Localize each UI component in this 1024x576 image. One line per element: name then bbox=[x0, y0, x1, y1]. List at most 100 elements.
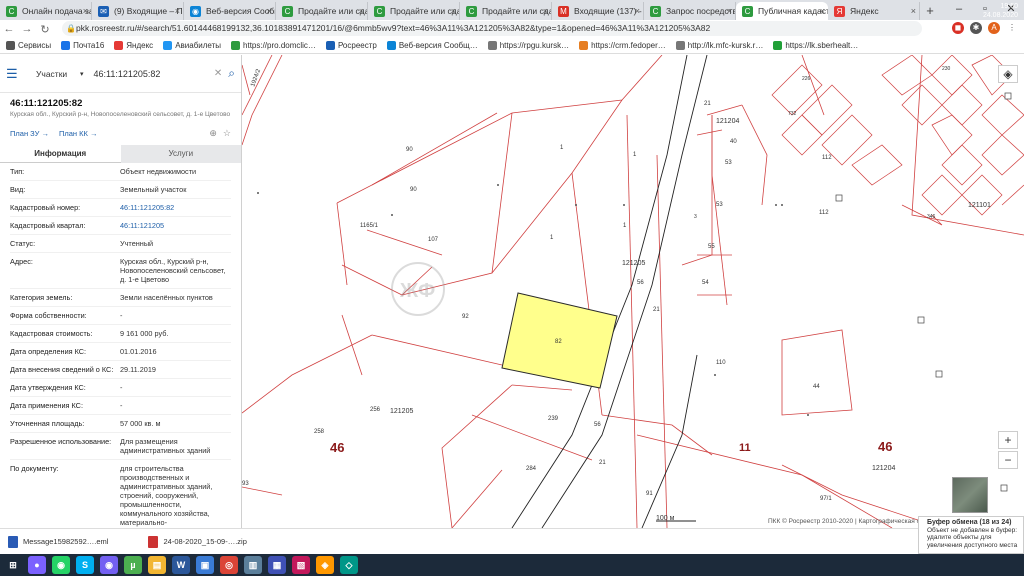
zoom-out-button[interactable]: − bbox=[998, 451, 1018, 469]
watermark: ЖФ bbox=[391, 262, 445, 316]
bookmark-item[interactable]: Яндекс bbox=[114, 41, 153, 50]
object-type-select[interactable]: Участки bbox=[26, 69, 74, 79]
extension-icon[interactable]: ◼ bbox=[952, 22, 964, 34]
bookmark-item[interactable]: Авиабилеты bbox=[163, 41, 221, 50]
browser-tab[interactable]: ✉ (9) Входящие – По…× bbox=[92, 2, 184, 20]
property-value: Земли населённых пунктов bbox=[120, 293, 213, 302]
forward-icon[interactable]: → bbox=[18, 23, 36, 35]
download-item[interactable]: 24-08-2020_15-09-….zip bbox=[148, 535, 247, 548]
start-icon[interactable]: ⊞ bbox=[4, 556, 22, 574]
bookmark-label: https://pro.domclic… bbox=[243, 41, 316, 50]
app2-icon[interactable]: ▦ bbox=[268, 556, 286, 574]
browser-tab[interactable]: M Входящие (137) - ул…× bbox=[552, 2, 644, 20]
plan-kk-link[interactable]: План КК → bbox=[59, 129, 98, 138]
bookmark-item[interactable]: http://lk.mfc-kursk.r… bbox=[675, 41, 763, 50]
property-row: Форма собственности: - bbox=[10, 307, 231, 325]
object-address: Курская обл., Курский р-н, Новопоселенов… bbox=[10, 111, 231, 118]
tab-close-icon[interactable]: × bbox=[267, 2, 272, 20]
property-value[interactable]: 46:11:121205:82 bbox=[120, 203, 174, 212]
tab-close-icon[interactable]: × bbox=[175, 2, 180, 20]
cadastral-map[interactable]: ЖФ 1924/2 90 90 1165/1 107 1 1 1 1 12120… bbox=[242, 55, 1024, 528]
browser-tab[interactable]: C Продайте или сдай…× bbox=[460, 2, 552, 20]
explorer-icon[interactable]: ▤ bbox=[148, 556, 166, 574]
tab-close-icon[interactable]: × bbox=[820, 2, 825, 20]
bookmark-item[interactable]: Почта16 bbox=[61, 41, 104, 50]
browser-tab[interactable]: C Продайте или сдай…× bbox=[368, 2, 460, 20]
tab-title: Публичная кадаст… bbox=[758, 6, 828, 16]
tab-close-icon[interactable]: × bbox=[911, 2, 916, 20]
chrome-icon[interactable]: ◎ bbox=[220, 556, 238, 574]
property-key: Адрес: bbox=[10, 257, 33, 266]
word-icon[interactable]: W bbox=[172, 556, 190, 574]
layers-icon[interactable]: ◈ bbox=[998, 65, 1018, 83]
property-value[interactable]: 46:11:121205 bbox=[120, 221, 164, 230]
tab-title: Яндекс bbox=[850, 6, 879, 16]
tab-services[interactable]: Услуги bbox=[120, 145, 241, 163]
reload-icon[interactable]: ↻ bbox=[36, 23, 54, 36]
chevron-down-icon[interactable]: ▾ bbox=[80, 70, 84, 78]
whatsapp-icon[interactable]: ◉ bbox=[52, 556, 70, 574]
label-56a: 56 bbox=[637, 280, 644, 286]
menu-icon[interactable]: ⋮ bbox=[1006, 22, 1018, 34]
tab-close-icon[interactable]: × bbox=[727, 2, 732, 20]
search-bar: ☰ Участки ▾ 46:11:121205:82 ✕ ⌕ bbox=[0, 55, 241, 93]
system-clock[interactable]: 19:50 24.08.2020 bbox=[983, 2, 1018, 20]
zoom-to-object-icon[interactable]: ⊕ bbox=[209, 128, 217, 139]
bookmark-item[interactable]: Веб-версия Сообщ… bbox=[386, 41, 478, 50]
zoom-in-button[interactable]: + bbox=[998, 431, 1018, 449]
plan-zu-link[interactable]: План ЗУ → bbox=[10, 129, 49, 138]
tab-information[interactable]: Информация bbox=[0, 145, 121, 163]
browser-tab[interactable]: Я Яндекс × bbox=[828, 2, 920, 20]
minimize-button[interactable]: – bbox=[946, 0, 972, 20]
yandex-alice-icon[interactable]: ● bbox=[28, 556, 46, 574]
property-key: Кадастровый квартал: bbox=[10, 221, 86, 230]
label-112a: 112 bbox=[822, 155, 832, 161]
bookmark-label: Почта16 bbox=[73, 41, 105, 50]
url-bar[interactable]: 🔒 pkk.rosreestr.ru/#/search/51.601444681… bbox=[62, 21, 922, 36]
back-icon[interactable]: ← bbox=[0, 23, 18, 35]
photos-icon[interactable]: ▣ bbox=[196, 556, 214, 574]
tab-close-icon[interactable]: × bbox=[359, 2, 364, 20]
bookmark-label: https://crm.fedoper… bbox=[591, 41, 666, 50]
property-row: Разрешенное использование: Для размещения… bbox=[10, 433, 231, 460]
property-key: По документу: bbox=[10, 464, 59, 473]
hamburger-menu-icon[interactable]: ☰ bbox=[6, 66, 20, 82]
app-icon[interactable]: ▥ bbox=[244, 556, 262, 574]
tab-close-icon[interactable]: × bbox=[543, 2, 548, 20]
avatar[interactable]: A bbox=[988, 22, 1000, 34]
browser-tab[interactable]: ◉ Веб-версия Сообщ…× bbox=[184, 2, 276, 20]
browser-tab[interactable]: C Онлайн подача зая…× bbox=[0, 2, 92, 20]
app4-icon[interactable]: ◈ bbox=[316, 556, 334, 574]
tab-close-icon[interactable]: × bbox=[451, 2, 456, 20]
bookmark-item[interactable]: Сервисы bbox=[6, 41, 51, 50]
search-icon[interactable]: ⌕ bbox=[228, 66, 235, 81]
new-tab-button[interactable]: + bbox=[920, 2, 940, 20]
basemap-thumbnail[interactable] bbox=[952, 477, 988, 513]
tab-close-icon[interactable]: × bbox=[635, 2, 640, 20]
bookmark-item[interactable]: Росреестр bbox=[325, 41, 377, 50]
clear-icon[interactable]: ✕ bbox=[214, 68, 222, 79]
bookmark-item[interactable]: https://pro.domclic… bbox=[231, 41, 316, 50]
property-key: Разрешенное использование: bbox=[10, 437, 112, 446]
map-canvas[interactable]: ЖФ 1924/2 90 90 1165/1 107 1 1 1 1 12120… bbox=[242, 55, 1024, 528]
viber-icon[interactable]: ◉ bbox=[100, 556, 118, 574]
label-44: 44 bbox=[813, 384, 820, 390]
browser-tab[interactable]: C Публичная кадаст…× bbox=[736, 2, 828, 20]
bookmark-item[interactable]: https://rpgu.kursk… bbox=[487, 41, 569, 50]
download-item[interactable]: Message15982592….eml bbox=[8, 535, 108, 548]
utorrent-icon[interactable]: µ bbox=[124, 556, 142, 574]
tab-close-icon[interactable]: × bbox=[83, 2, 88, 20]
skype-icon[interactable]: S bbox=[76, 556, 94, 574]
object-header: 46:11:121205:82 Курская обл., Курский р-… bbox=[0, 93, 241, 118]
bookmark-item[interactable]: https://lk.sberhealt… bbox=[773, 41, 858, 50]
app5-icon[interactable]: ◇ bbox=[340, 556, 358, 574]
browser-tab[interactable]: C Запрос посредств…× bbox=[644, 2, 736, 20]
label-11: 11 bbox=[739, 442, 751, 454]
app3-icon[interactable]: ▧ bbox=[292, 556, 310, 574]
favorite-star-icon[interactable]: ☆ bbox=[223, 128, 231, 139]
property-value: 29.11.2019 bbox=[120, 365, 156, 374]
search-input[interactable]: 46:11:121205:82 bbox=[90, 69, 208, 79]
puzzle-icon[interactable]: ✱ bbox=[970, 22, 982, 34]
browser-tab[interactable]: C Продайте или сдай…× bbox=[276, 2, 368, 20]
bookmark-item[interactable]: https://crm.fedoper… bbox=[579, 41, 666, 50]
